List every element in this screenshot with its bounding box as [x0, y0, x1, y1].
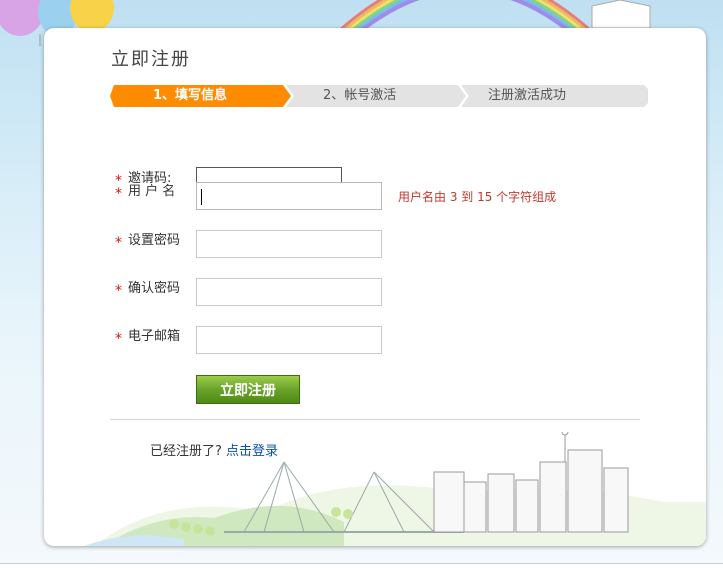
house-decoration	[591, 0, 651, 29]
required-mark: *	[115, 186, 122, 202]
register-card: 立即注册 1、填写信息 2、帐号激活 注册激活成功 * 邀请码: * 用 户 名…	[44, 28, 706, 546]
email-input[interactable]	[196, 326, 382, 354]
register-submit-button[interactable]: 立即注册	[196, 375, 300, 404]
divider	[110, 419, 640, 420]
username-hint: 用户名由 3 到 15 个字符组成	[398, 190, 557, 204]
city-illustration	[84, 432, 706, 546]
password-input[interactable]	[196, 230, 382, 258]
confirm-password-input[interactable]	[196, 278, 382, 306]
page-title: 立即注册	[111, 49, 191, 70]
password-label: 设置密码	[128, 233, 181, 248]
confirm-password-label: 确认密码	[128, 281, 181, 296]
text-caret	[201, 189, 202, 205]
username-input[interactable]	[196, 182, 382, 210]
required-mark: *	[115, 235, 122, 251]
login-link[interactable]: 点击登录	[226, 444, 278, 459]
already-registered-text: 已经注册了?	[150, 444, 222, 459]
step-2-label: 2、帐号激活	[323, 88, 397, 103]
step-3-label: 注册激活成功	[488, 88, 567, 103]
required-mark: *	[115, 331, 122, 347]
username-label: 用 户 名	[128, 184, 176, 199]
login-prompt: 已经注册了? 点击登录	[150, 440, 278, 459]
progress-steps: 1、填写信息 2、帐号激活 注册激活成功	[110, 85, 648, 107]
step-1-label: 1、填写信息	[153, 88, 228, 103]
email-label: 电子邮箱	[128, 329, 181, 344]
page-footer	[0, 564, 723, 578]
required-mark: *	[115, 283, 122, 299]
